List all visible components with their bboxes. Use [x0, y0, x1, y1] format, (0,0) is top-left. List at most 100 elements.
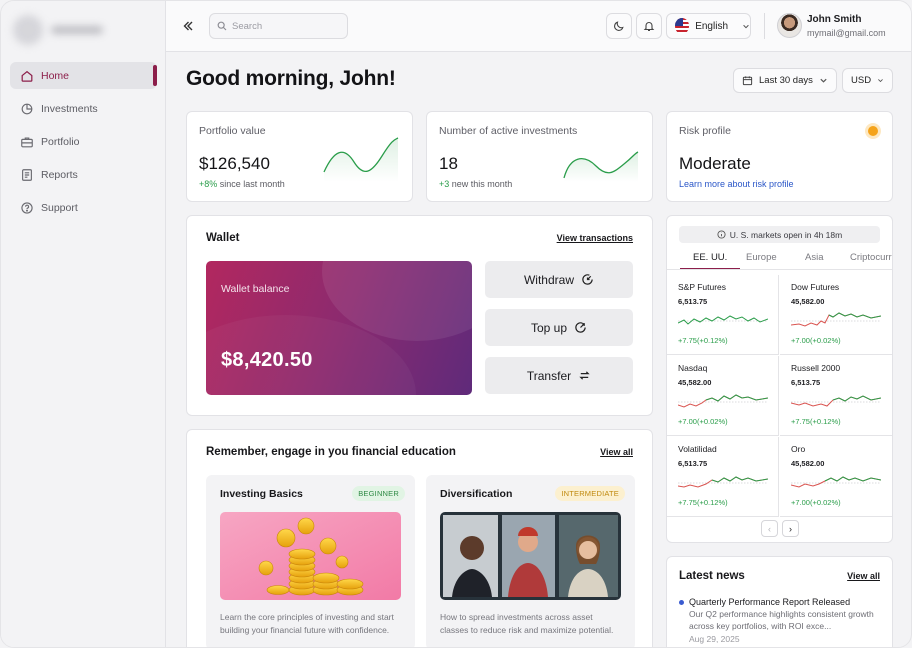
risk-learn-more-link[interactable]: Learn more about risk profile	[679, 179, 794, 189]
sparkline	[323, 137, 399, 182]
view-transactions-link[interactable]: View transactions	[557, 233, 633, 243]
wallet-title: Wallet	[206, 232, 240, 244]
transfer-icon	[579, 371, 590, 380]
market-status: U. S. markets open in 4h 18m	[679, 226, 880, 243]
risk-profile-card: Risk profile Moderate Learn more about r…	[666, 111, 893, 202]
market-tile[interactable]: Oro 45,582.00 +7.00(+0.02%)	[780, 437, 892, 517]
stat-change: +3 new this month	[439, 179, 513, 189]
top-up-icon	[575, 322, 586, 333]
sidebar-item-label: Support	[41, 201, 78, 214]
logo	[13, 13, 113, 47]
market-sparkline	[678, 394, 768, 408]
date-range-select[interactable]: Last 30 days	[733, 68, 837, 93]
language-select[interactable]: English	[666, 13, 751, 39]
notifications-button[interactable]	[636, 13, 662, 39]
avatar[interactable]	[777, 13, 802, 38]
sidebar-item-label: Investments	[41, 102, 98, 115]
tab-crypto[interactable]: Criptocurrency	[850, 252, 892, 263]
sidebar-item-reports[interactable]: Reports	[10, 161, 157, 188]
course-card-diversification[interactable]: Diversification INTERMEDIATE How to spre…	[426, 475, 635, 647]
home-icon	[21, 70, 33, 82]
search-box[interactable]	[209, 13, 348, 39]
sidebar-item-investments[interactable]: Investments	[10, 95, 157, 122]
wallet-card: Wallet View transactions Wallet balance …	[186, 215, 653, 416]
calendar-icon	[742, 76, 753, 86]
unread-dot	[679, 600, 684, 605]
prev-page-button[interactable]: ‹	[761, 520, 778, 537]
transfer-button[interactable]: Transfer	[485, 357, 633, 394]
market-tile[interactable]: S&P Futures 6,513.75 +7.75(+0.12%)	[667, 275, 779, 355]
sidebar-item-support[interactable]: Support	[10, 194, 157, 221]
course-title: Diversification	[440, 488, 513, 500]
sidebar-item-label: Portfolio	[41, 135, 80, 148]
sparkline	[563, 151, 639, 182]
news-title: Latest news	[679, 570, 745, 582]
sidebar-item-label: Home	[41, 69, 70, 82]
level-badge: BEGINNER	[352, 486, 405, 501]
date-range-label: Last 30 days	[759, 75, 813, 86]
sidebar-nav: Home Investments Portfolio Reports Suppo…	[10, 62, 157, 227]
news-date: Aug 29, 2025	[689, 634, 740, 644]
education-view-all-link[interactable]: View all	[600, 447, 633, 457]
sidebar-item-home[interactable]: Home	[10, 62, 157, 89]
course-image-people	[440, 512, 621, 600]
chevron-down-icon	[820, 78, 827, 83]
market-sparkline	[678, 315, 768, 325]
active-investments-card[interactable]: Number of active investments 18 +3 new t…	[426, 111, 653, 202]
tab-us[interactable]: EE. UU.	[679, 252, 741, 269]
tab-europe[interactable]: Europe	[746, 252, 777, 263]
course-description: Learn the core principles of investing a…	[220, 612, 394, 635]
search-input[interactable]	[232, 20, 342, 32]
sidebar: Home Investments Portfolio Reports Suppo…	[1, 1, 166, 647]
course-image-coins	[220, 512, 401, 600]
market-tile[interactable]: Volatilidad 6,513.75 +7.75(+0.12%)	[667, 437, 779, 517]
app-window: Home Investments Portfolio Reports Suppo…	[0, 0, 912, 648]
stat-value: $126,540	[199, 154, 270, 173]
us-flag-icon	[675, 18, 690, 34]
language-label: English	[695, 20, 729, 32]
stat-value: 18	[439, 154, 458, 173]
market-tile[interactable]: Dow Futures 45,582.00 +7.00(+0.02%)	[780, 275, 892, 355]
bell-icon	[643, 22, 655, 32]
currency-label: USD	[851, 75, 872, 86]
collapse-sidebar-button[interactable]	[180, 17, 196, 35]
education-card: Remember, engage in you financial educat…	[186, 429, 653, 647]
moon-icon	[614, 21, 624, 31]
info-icon	[717, 230, 726, 239]
next-page-button[interactable]: ›	[782, 520, 799, 537]
briefcase-icon	[21, 136, 33, 147]
search-icon	[217, 21, 227, 31]
stat-title: Number of active investments	[439, 125, 578, 137]
user-info[interactable]: John Smith mymail@gmail.com	[807, 14, 886, 38]
course-description: How to spread investments across asset c…	[440, 612, 614, 635]
sidebar-item-portfolio[interactable]: Portfolio	[10, 128, 157, 155]
withdraw-button[interactable]: Withdraw	[485, 261, 633, 298]
market-tile[interactable]: Russell 2000 6,513.75 +7.75(+0.12%)	[780, 356, 892, 436]
market-tile[interactable]: Nasdaq 45,582.00 +7.00(+0.02%)	[667, 356, 779, 436]
course-title: Investing Basics	[220, 488, 303, 500]
news-view-all-link[interactable]: View all	[847, 571, 880, 581]
education-title: Remember, engage in you financial educat…	[206, 446, 456, 458]
risk-status-dot	[868, 126, 878, 136]
course-card-investing-basics[interactable]: Investing Basics BEGINNER Learn the core…	[206, 475, 415, 647]
page-title: Good morning, John!	[186, 67, 396, 90]
market-sparkline	[791, 476, 881, 488]
portfolio-value-card[interactable]: Portfolio value $126,540 +8% since last …	[186, 111, 413, 202]
level-badge: INTERMEDIATE	[555, 486, 625, 501]
report-icon	[22, 168, 32, 181]
market-sparkline	[791, 312, 881, 327]
news-summary: Our Q2 performance highlights consistent…	[689, 609, 874, 631]
chevrons-left-icon	[183, 21, 193, 31]
tab-asia[interactable]: Asia	[805, 252, 823, 263]
stat-change: +8% since last month	[199, 179, 285, 189]
theme-toggle-button[interactable]	[606, 13, 632, 39]
news-headline: Quarterly Performance Report Released	[689, 597, 851, 607]
stat-title: Portfolio value	[199, 125, 266, 137]
help-icon	[21, 201, 33, 214]
risk-title: Risk profile	[679, 125, 731, 137]
top-up-button[interactable]: Top up	[485, 309, 633, 346]
markets-card: U. S. markets open in 4h 18m EE. UU. Eur…	[666, 215, 893, 543]
wallet-balance-amount: $8,420.50	[221, 349, 313, 371]
currency-select[interactable]: USD	[842, 68, 893, 93]
chevron-down-icon	[878, 79, 883, 83]
